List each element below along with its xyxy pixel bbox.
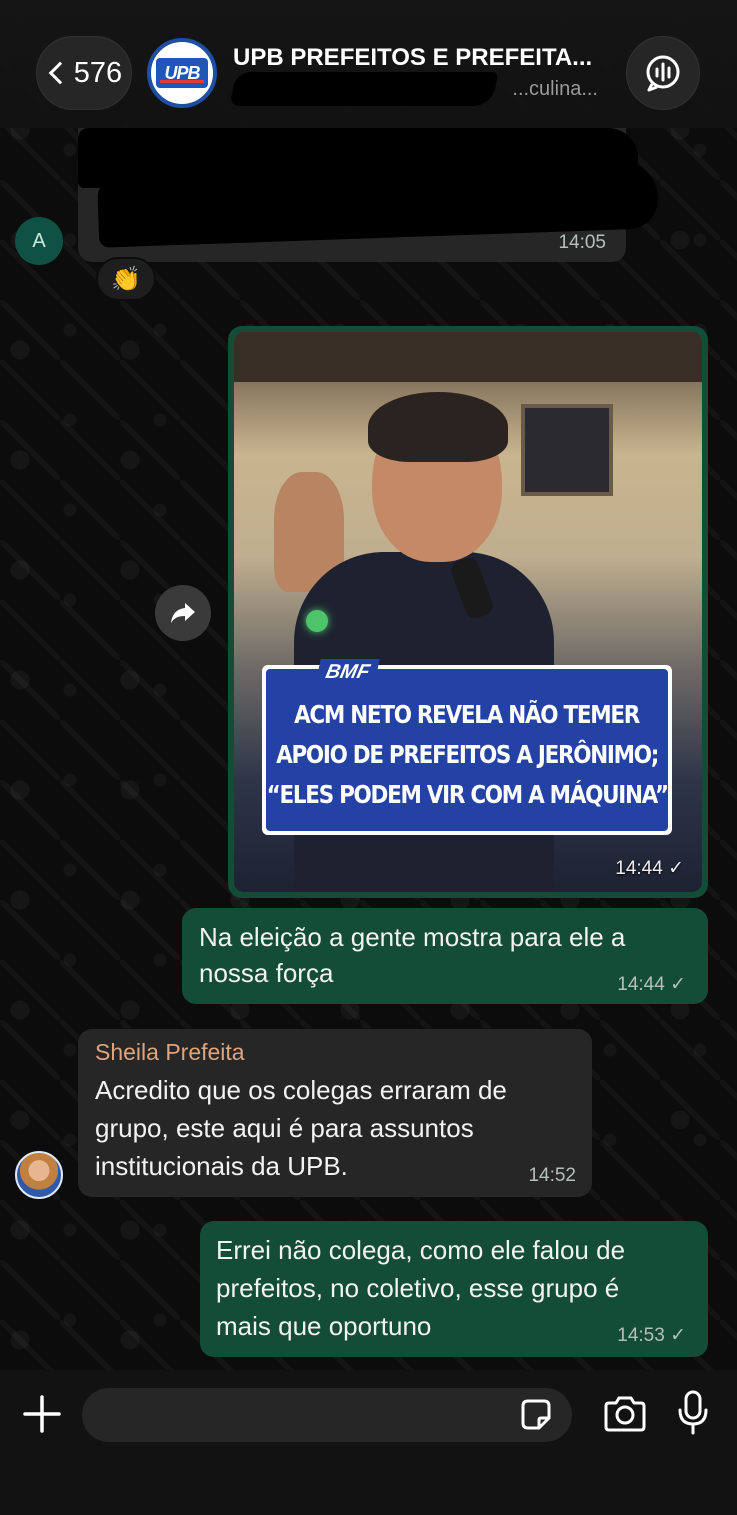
message-outgoing[interactable]: Na eleição a gente mostra para ele a nos…	[182, 908, 708, 1004]
forward-button[interactable]	[155, 585, 211, 641]
message-time: 14:05	[558, 232, 606, 253]
shared-photo[interactable]: BMF ACM NETO REVELA NÃO TEMER APOIO DE P…	[234, 332, 702, 892]
sender-name[interactable]: Sheila Prefeita	[95, 1039, 245, 1066]
plus-icon[interactable]	[22, 1394, 62, 1434]
message-time: 14:53 ✓	[617, 1325, 686, 1346]
redaction-scribble	[229, 72, 499, 106]
group-subtitle: ...culina...	[229, 72, 598, 106]
message-incoming-redacted[interactable]: 14:05	[78, 128, 660, 262]
message-outgoing[interactable]: Errei não colega, como ele falou de pref…	[200, 1221, 708, 1357]
headline-line: “ELES PODEM VIR COM A MÁQUINA”	[266, 780, 669, 809]
message-text: grupo, este aqui é para assuntos	[95, 1113, 474, 1143]
message-outgoing-media[interactable]: BMF ACM NETO REVELA NÃO TEMER APOIO DE P…	[228, 326, 708, 898]
sticker-icon[interactable]	[517, 1396, 555, 1434]
news-banner-inner: BMF ACM NETO REVELA NÃO TEMER APOIO DE P…	[266, 659, 669, 831]
group-title[interactable]: UPB PREFEITOS E PREFEITA...	[233, 44, 592, 72]
message-time: 14:52	[528, 1165, 576, 1186]
message-text: mais que oportuno	[216, 1311, 432, 1341]
microphone-icon[interactable]	[676, 1390, 710, 1436]
speaker-hair	[368, 392, 508, 462]
message-text: Na eleição a gente mostra para ele a	[199, 922, 626, 952]
forward-icon	[171, 603, 195, 623]
message-text: nossa força	[199, 958, 334, 988]
message-input[interactable]	[82, 1388, 572, 1442]
banner-tag: BMF	[315, 659, 381, 685]
headline-line: ACM NETO REVELA NÃO TEMER	[294, 700, 641, 729]
message-text: institucionais da UPB.	[95, 1151, 348, 1181]
photo-ceiling	[234, 332, 702, 382]
message-incoming[interactable]: Sheila Prefeita Acredito que os colegas …	[78, 1029, 592, 1197]
chevron-left-icon	[48, 61, 72, 85]
call-waveform-icon	[646, 55, 680, 92]
message-text: Errei não colega, como ele falou de	[216, 1235, 626, 1265]
headline-line: APOIO DE PREFEITOS A JERÔNIMO;	[276, 740, 659, 769]
back-button[interactable]: 576	[36, 36, 132, 110]
message-text: prefeitos, no coletivo, esse grupo é	[216, 1273, 620, 1303]
message-time: 14:44 ✓	[617, 974, 686, 995]
sender-avatar[interactable]: A	[15, 217, 63, 265]
group-avatar[interactable]: UPB	[147, 38, 217, 108]
group-subtitle-text: ...culina...	[512, 78, 598, 100]
unread-count: 576	[73, 56, 123, 89]
message-text: Acredito que os colegas erraram de	[95, 1075, 507, 1105]
camera-icon[interactable]	[602, 1394, 648, 1434]
news-banner: BMF ACM NETO REVELA NÃO TEMER APOIO DE P…	[262, 659, 672, 835]
call-button[interactable]	[626, 36, 700, 110]
reaction-badge[interactable]: 👏	[96, 257, 156, 301]
chat-header: 576 UPB UPB PREFEITOS E PREFEITA... ...c…	[0, 0, 737, 128]
message-time: 14:44 ✓	[615, 858, 684, 879]
green-light	[306, 610, 328, 632]
sender-avatar[interactable]	[15, 1151, 63, 1199]
upb-logo: UPB	[156, 58, 208, 88]
